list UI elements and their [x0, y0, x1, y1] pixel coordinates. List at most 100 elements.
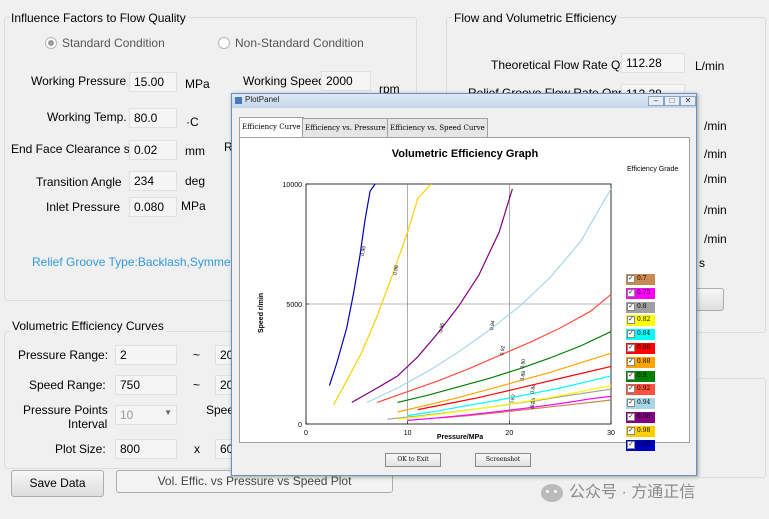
- checkbox-icon[interactable]: ✓: [627, 316, 635, 325]
- legend-label: 0.96: [637, 413, 651, 420]
- clearance-unit: mm: [185, 144, 205, 158]
- legend-label: 0.98: [637, 426, 651, 434]
- pressure-tilde: ~: [193, 348, 201, 362]
- plotpanel-title: PlotPanel: [245, 95, 280, 104]
- theoretical-flow-field[interactable]: 112.28: [621, 53, 685, 73]
- speed-tilde: ~: [193, 378, 201, 392]
- plotpanel-titlebar[interactable]: PlotPanel – □ ✕: [232, 94, 696, 108]
- checkbox-icon[interactable]: ✓: [627, 330, 635, 339]
- tab-efficiency-curve[interactable]: Efficiency Curve: [239, 117, 304, 138]
- legend-item-0.98[interactable]: ✓ 0.98: [626, 425, 655, 437]
- plot-size-x: x: [194, 442, 200, 456]
- checkbox-icon[interactable]: ✓: [627, 413, 635, 421]
- legend-label: 0.84: [637, 330, 651, 338]
- legend-label: 0.86: [637, 344, 651, 351]
- flow-unit-4: /min: [704, 203, 727, 217]
- minimize-icon[interactable]: –: [648, 96, 664, 106]
- checkbox-icon[interactable]: ✓: [627, 440, 635, 449]
- working-speed-label: Working Speed: [243, 74, 325, 88]
- checkbox-icon[interactable]: ✓: [627, 426, 635, 435]
- flow-unit-2: /min: [704, 147, 727, 161]
- legend-item-0.84[interactable]: ✓ 0.84: [626, 329, 655, 341]
- points-label-1: Pressure Points: [23, 403, 108, 417]
- legend-label: 0.7: [637, 275, 647, 282]
- flow-unit-1: /min: [704, 119, 727, 133]
- working-temp-field[interactable]: 80.0: [129, 108, 177, 128]
- speed-from-field[interactable]: 750: [115, 375, 177, 395]
- y-axis-label: Speed r/min: [258, 293, 265, 333]
- legend-item-0.7[interactable]: ✓ 0.7: [626, 274, 655, 285]
- flow-unit-5: /min: [704, 232, 727, 246]
- plotpanel-window: PlotPanel – □ ✕ Efficiency Curve Efficie…: [231, 93, 697, 476]
- inlet-pressure-label: Inlet Pressure: [46, 200, 121, 214]
- legend-item-0.9[interactable]: ✓ 0.9: [626, 370, 655, 382]
- legend-label: 0.75: [637, 288, 651, 296]
- tab-efficiency-vs-pressure[interactable]: Efficiency vs. Pressure: [302, 118, 389, 137]
- checkbox-icon[interactable]: ✓: [627, 344, 635, 352]
- checkbox-icon[interactable]: ✓: [627, 275, 635, 283]
- radio-standard[interactable]: [45, 37, 57, 49]
- legend-item-0.88[interactable]: ✓ 0.88: [626, 356, 655, 368]
- legend-item-0.82[interactable]: ✓ 0.82: [626, 315, 655, 327]
- inlet-pressure-field[interactable]: 0.080: [129, 197, 177, 217]
- legend-label: 0.99: [637, 440, 651, 448]
- ok-exit-button[interactable]: OK to Exit: [385, 453, 441, 467]
- transition-angle-label: Transition Angle: [36, 175, 122, 189]
- legend-title: Efficiency Grade: [627, 166, 678, 173]
- inlet-pressure-unit: MPa: [181, 199, 206, 213]
- checkbox-icon[interactable]: ✓: [627, 288, 635, 297]
- close-icon[interactable]: ✕: [680, 96, 696, 106]
- save-data-button[interactable]: Save Data: [11, 470, 104, 497]
- flow-title: Flow and Volumetric Efficiency: [452, 11, 619, 25]
- working-pressure-unit: MPa: [185, 77, 210, 91]
- tab-efficiency-vs-speed[interactable]: Efficiency vs. Speed Curve: [387, 118, 488, 137]
- checkbox-icon[interactable]: ✓: [627, 302, 635, 311]
- transition-angle-unit: deg: [185, 174, 206, 188]
- chart-title: Volumetric Efficiency Graph: [392, 148, 539, 160]
- window-icon: [235, 97, 242, 104]
- checkbox-icon[interactable]: ✓: [627, 385, 635, 394]
- working-speed-field[interactable]: 2000: [321, 71, 371, 91]
- legend-item-0.96[interactable]: ✓ 0.96: [626, 412, 655, 423]
- x-tick-label: 30: [607, 430, 615, 437]
- curves-title: Volumetric Efficiency Curves: [10, 319, 166, 333]
- right-lower-group: [697, 378, 766, 478]
- pressure-range-label: Pressure Range:: [18, 348, 109, 362]
- x-tick-label: 0: [304, 430, 308, 437]
- plot-width-field[interactable]: 800: [115, 439, 177, 459]
- legend-item-0.75[interactable]: ✓ 0.75: [626, 287, 655, 299]
- legend-item-0.94[interactable]: ✓ 0.94: [626, 398, 655, 410]
- radio-standard-label: Standard Condition: [62, 36, 165, 50]
- legend-label: 0.92: [637, 385, 651, 393]
- chevron-down-icon: ▼: [164, 408, 172, 417]
- legend-item-0.86[interactable]: ✓ 0.86: [626, 343, 655, 354]
- x-axis-label: Pressure/MPa: [437, 434, 483, 441]
- working-pressure-field[interactable]: 15.00: [129, 72, 177, 92]
- clearance-field[interactable]: 0.02: [129, 140, 177, 160]
- pressure-from-field[interactable]: 2: [115, 345, 177, 365]
- speed-range-label: Speed Range:: [29, 378, 106, 392]
- legend-item-0.92[interactable]: ✓ 0.92: [626, 384, 655, 396]
- working-pressure-label: Working Pressure: [31, 74, 127, 88]
- y-tick-label: 5000: [286, 302, 302, 309]
- checkbox-icon[interactable]: ✓: [627, 399, 635, 408]
- screenshot-button[interactable]: Screenshot: [475, 453, 531, 467]
- flow-unit-3: /min: [704, 172, 727, 186]
- wechat-icon: [541, 483, 563, 502]
- checkbox-icon[interactable]: ✓: [627, 371, 635, 380]
- flow-partial-s: s: [699, 256, 705, 270]
- points-select-value: 10: [120, 408, 134, 422]
- maximize-icon[interactable]: □: [664, 96, 680, 106]
- plot-area: Volumetric Efficiency Graph Efficiency G…: [239, 137, 690, 451]
- watermark: 公众号 · 方通正信: [541, 478, 695, 502]
- theoretical-flow-unit: L/min: [695, 59, 725, 73]
- working-temp-label: Working Temp.: [47, 110, 127, 124]
- checkbox-icon[interactable]: ✓: [627, 357, 635, 366]
- transition-angle-field[interactable]: 234: [129, 171, 177, 191]
- legend-label: 0.8: [637, 302, 647, 310]
- radio-nonstandard[interactable]: [218, 37, 230, 49]
- points-select[interactable]: 10 ▼: [115, 405, 177, 425]
- theoretical-flow-label: Theoretical Flow Rate Qt: [491, 58, 624, 72]
- legend-item-0.99[interactable]: ✓ 0.99: [626, 439, 655, 451]
- legend-item-0.8[interactable]: ✓ 0.8: [626, 301, 655, 313]
